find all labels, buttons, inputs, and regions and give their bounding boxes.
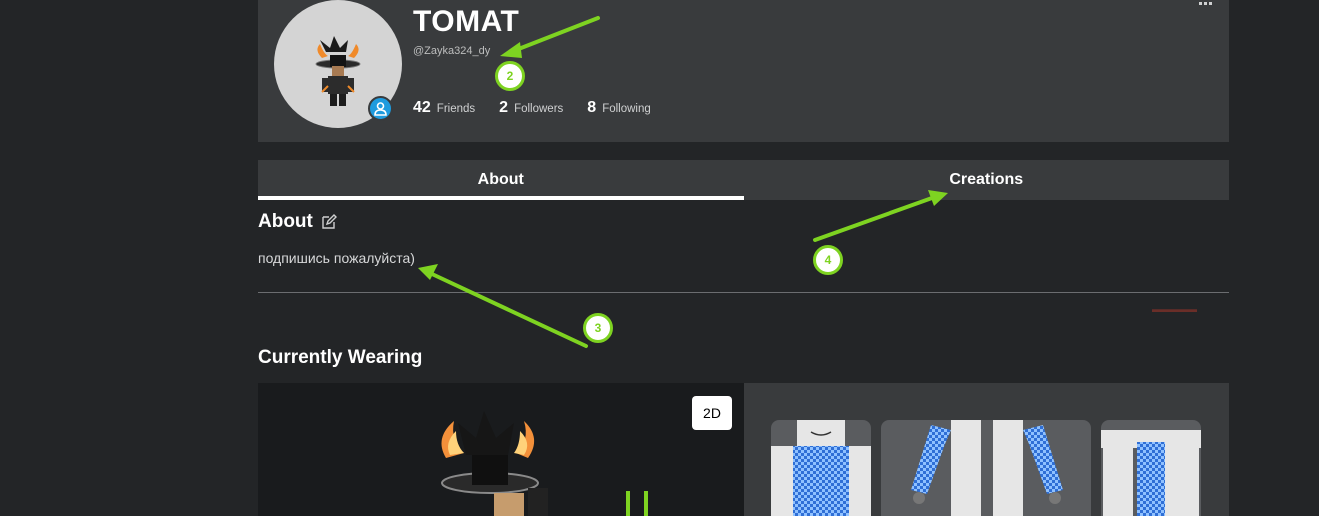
profile-tabs: About Creations xyxy=(258,160,1229,200)
tab-about[interactable]: About xyxy=(258,160,744,200)
user-icon xyxy=(374,101,387,116)
followers-label[interactable]: Followers xyxy=(514,103,563,115)
annotation-badge-3: 3 xyxy=(583,313,613,343)
shirt-item-image xyxy=(771,420,871,516)
friends-count[interactable]: 42 xyxy=(413,99,431,117)
wearing-item[interactable] xyxy=(1101,420,1201,516)
username: @Zayka324_dy xyxy=(413,45,491,57)
tab-creations[interactable]: Creations xyxy=(744,160,1230,200)
currently-wearing-heading: Currently Wearing xyxy=(258,347,423,368)
about-title: About xyxy=(258,211,313,232)
avatar-3d-viewer[interactable] xyxy=(258,383,744,516)
wearing-item[interactable] xyxy=(881,420,1091,516)
tab-about-label: About xyxy=(477,171,524,188)
about-description: подпишись пожалуйста) xyxy=(258,250,415,266)
display-name: TOMAT xyxy=(413,5,520,38)
annotation-badge-2: 2 xyxy=(495,61,525,91)
presence-badge xyxy=(368,96,393,121)
annotation-badge-4: 4 xyxy=(813,245,843,275)
wearing-item[interactable] xyxy=(771,420,871,516)
edit-icon[interactable] xyxy=(321,214,337,230)
shirt-item-image xyxy=(1101,430,1201,516)
following-label[interactable]: Following xyxy=(602,103,651,115)
toggle-2d-button[interactable]: 2D xyxy=(692,396,732,430)
friends-label[interactable]: Friends xyxy=(437,103,475,115)
tab-creations-label: Creations xyxy=(949,171,1024,188)
about-heading: About xyxy=(258,211,337,233)
profile-stats: 42 Friends 2 Followers 8 Following xyxy=(413,99,651,117)
green-marker-icon xyxy=(626,491,648,516)
sleeves-item-image xyxy=(911,420,1063,516)
profile-header xyxy=(258,0,1229,142)
divider xyxy=(258,292,1229,293)
report-link[interactable]: ▬▬▬▬▬ xyxy=(1152,304,1197,314)
avatar-render xyxy=(441,411,548,516)
more-options-icon[interactable] xyxy=(1199,2,1212,5)
following-count[interactable]: 8 xyxy=(587,99,596,117)
followers-count[interactable]: 2 xyxy=(499,99,508,117)
